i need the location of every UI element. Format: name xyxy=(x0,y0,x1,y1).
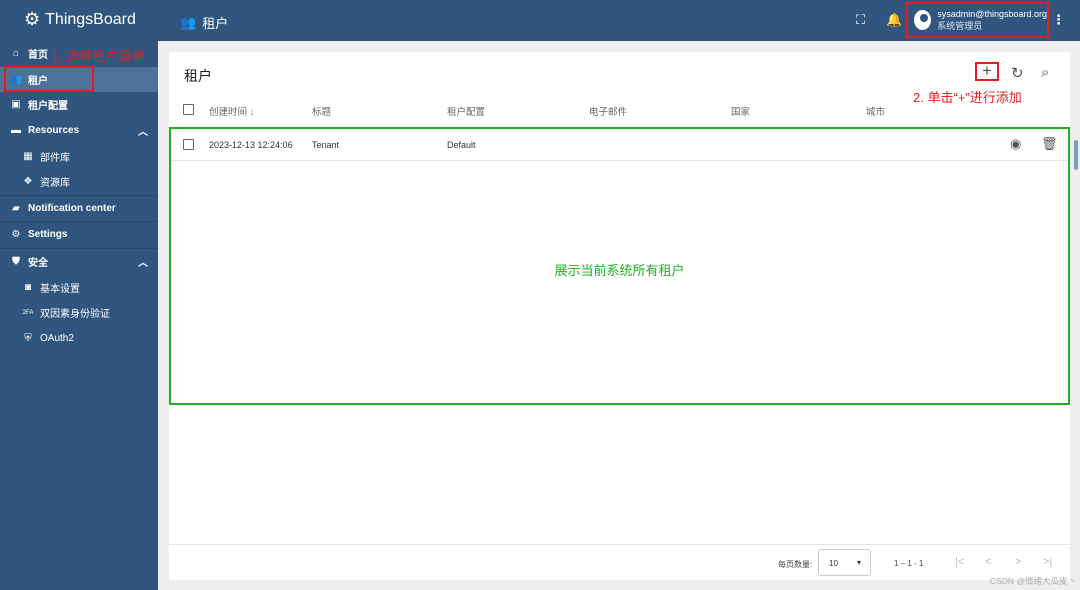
annotation-step1: 1. 选择租户菜单 xyxy=(52,49,145,64)
add-tenant-button[interactable]: + xyxy=(975,62,999,81)
page-size-select[interactable]: 10 ▾ xyxy=(818,549,871,576)
home-icon: ⌂ xyxy=(12,48,20,60)
sidebar-item-settings[interactable]: ⚙ Settings xyxy=(0,222,158,248)
page-title: 👥 租户 xyxy=(180,14,229,32)
bell-icon[interactable]: 🔔 xyxy=(886,12,902,28)
gear-icon: ⚙ xyxy=(11,229,21,241)
sidebar-item-resource-library[interactable]: ❖ 资源库 xyxy=(0,169,158,195)
logo[interactable]: ⚙ ThingsBoard xyxy=(24,9,136,30)
column-tenant-profile[interactable]: 租户配置 xyxy=(447,104,485,118)
sidebar-item-notification-center[interactable]: ▰ Notification center xyxy=(0,196,158,222)
annotation-highlight-box xyxy=(4,66,94,92)
sidebar-item-2fa[interactable]: 2FA 双因素身份验证 xyxy=(0,300,158,326)
first-page-icon[interactable]: |< xyxy=(955,556,964,568)
column-country[interactable]: 国家 xyxy=(731,104,750,118)
dropdown-arrow-icon: ▾ xyxy=(856,558,861,567)
sidebar-item-widgets[interactable]: ▦ 部件库 xyxy=(0,143,158,169)
sidebar-item-general-settings[interactable]: ◙ 基本设置 xyxy=(0,274,158,300)
refresh-icon[interactable]: ↻ xyxy=(1011,64,1024,82)
folder-icon: ▬ xyxy=(11,125,21,137)
sidebar-item-security[interactable]: ⛊ 安全 ︿ xyxy=(0,249,158,275)
arrow-down-icon: ↓ xyxy=(249,107,255,118)
column-email[interactable]: 电子邮件 xyxy=(589,104,627,118)
oauth-icon: ⛨ xyxy=(24,332,32,344)
sidebar-item-oauth2[interactable]: ⛨ OAuth2 xyxy=(0,326,158,352)
card-title: 租户 xyxy=(184,68,212,84)
search-icon[interactable]: ⌕ xyxy=(1041,64,1049,81)
users-icon: 👥 xyxy=(180,14,197,30)
annotation-area: 展示当前系统所有租户 xyxy=(554,263,685,278)
tenants-card: 租户 + ↻ ⌕ 2. 单击“+”进行添加 创建时间 ↓ 标题 租户配置 电子邮… xyxy=(169,52,1070,580)
resources-icon: ❖ xyxy=(23,176,33,188)
settings-icon: ◙ xyxy=(24,281,32,293)
widgets-icon: ▦ xyxy=(23,150,33,162)
2fa-icon: 2FA xyxy=(22,309,34,316)
shield-icon: ⛊ xyxy=(12,256,20,268)
tenant-profile-icon: ▣ xyxy=(11,99,21,111)
more-vert-icon[interactable]: ⋮ xyxy=(1052,12,1065,28)
scrollbar[interactable] xyxy=(1074,140,1078,170)
fullscreen-icon[interactable]: ⛶ xyxy=(856,12,865,28)
chevron-up-icon: ︿ xyxy=(138,258,148,270)
select-all-checkbox[interactable] xyxy=(183,104,194,115)
next-page-icon[interactable]: > xyxy=(1015,556,1021,568)
sidebar-item-resources[interactable]: ▬ Resources ︿ xyxy=(0,118,158,144)
watermark: CSDN @情绪大瓜皮丶 xyxy=(989,576,1076,586)
previous-page-icon[interactable]: < xyxy=(985,556,991,568)
sidebar-item-tenant-profiles[interactable]: ▣ 租户配置 xyxy=(0,92,158,118)
last-page-icon[interactable]: >| xyxy=(1043,556,1052,568)
column-title[interactable]: 标题 xyxy=(312,104,331,118)
top-bar: ⚙ ThingsBoard 👥 租户 ⛶ 🔔 sysadmin@thingsboar… xyxy=(0,0,1080,41)
annotation-step2: 2. 单击“+”进行添加 xyxy=(913,90,1022,105)
thingsboard-logo-icon: ⚙ xyxy=(24,9,41,29)
notification-icon: ▰ xyxy=(12,202,20,214)
user-menu[interactable]: sysadmin@thingsboard.org 系统管理员 xyxy=(906,2,1049,38)
chevron-up-icon: ︿ xyxy=(138,127,148,139)
sidebar: ⌂ 首页 👥 租户 ▣ 租户配置 ▬ Resources ︿ ▦ 部件库 ❖ 资源库 ▰ Not… xyxy=(0,41,158,590)
avatar xyxy=(914,10,932,30)
column-city[interactable]: 城市 xyxy=(866,104,885,118)
paginator: 每页数量: 10 ▾ 1 – 1 - 1 |< < > >| xyxy=(169,544,1070,580)
column-created-time[interactable]: 创建时间 ↓ xyxy=(209,104,254,118)
